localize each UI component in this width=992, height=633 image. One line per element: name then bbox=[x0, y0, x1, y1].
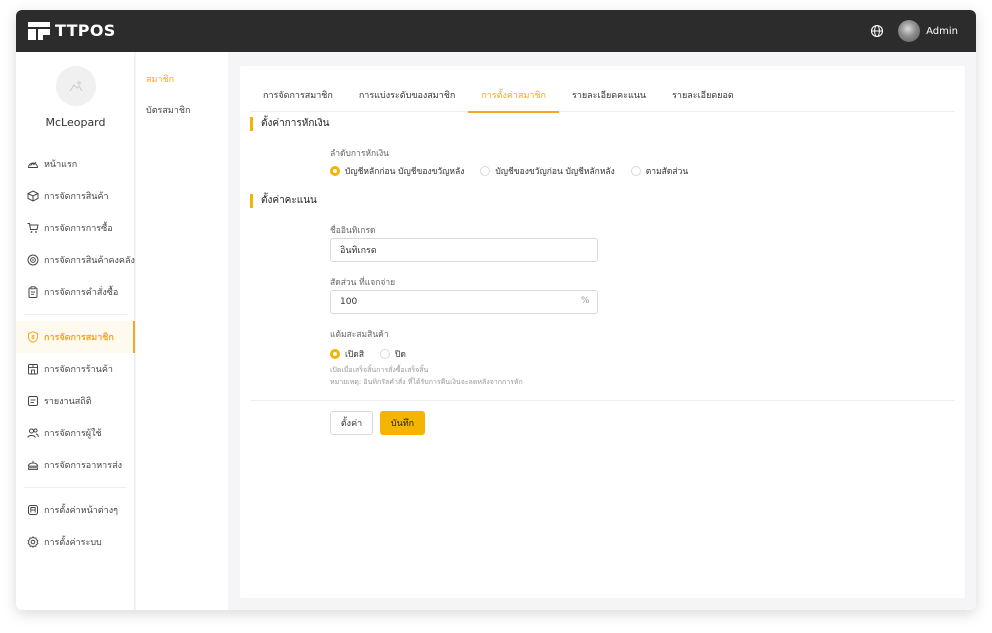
section-title: ตั้งค่าคะแนน bbox=[261, 195, 317, 206]
sidebar-divider bbox=[24, 487, 127, 488]
deduction-order-radio-group: บัญชีหลักก่อน บัญชีของขวัญหลัง บัญชีของข… bbox=[330, 164, 704, 178]
accumulate-points-radio-group: เปิดสิ ปิด bbox=[330, 347, 422, 361]
radio-label: เปิดสิ bbox=[345, 350, 365, 360]
tab-member-management[interactable]: การจัดการสมาชิก bbox=[250, 84, 346, 112]
sidebar-item-inventory[interactable]: การจัดการสินค้าคงคลัง bbox=[16, 244, 135, 276]
reset-button[interactable]: ตั้งค่า bbox=[330, 411, 373, 435]
accumulate-hint-line2: หมายเหตุ: อินทิกรัลคำสั่ง ที่ได้รับการคื… bbox=[330, 378, 523, 386]
deduction-order-label: ลำดับการหักเงิน bbox=[330, 149, 389, 159]
sidebar-item-label: การจัดการสินค้า bbox=[44, 192, 109, 202]
sidebar-item-members[interactable]: 8 การจัดการสมาชิก bbox=[16, 321, 135, 353]
sidebar-item-system-settings[interactable]: การตั้งค่าระบบ bbox=[16, 526, 135, 558]
globe-icon[interactable] bbox=[870, 24, 884, 38]
delivery-icon bbox=[27, 460, 39, 470]
sidebar-item-label: หน้าแรก bbox=[44, 160, 78, 170]
sidebar-item-label: การจัดการสมาชิก bbox=[44, 333, 114, 343]
sidebar-item-label: การจัดการร้านค้า bbox=[44, 365, 113, 375]
sidebar-nav: หน้าแรก การจัดการสินค้า การจัดการการซื้อ… bbox=[16, 148, 135, 558]
distribution-ratio-label: สัดส่วน ที่แจกจ่าย bbox=[330, 278, 396, 288]
radio-option-gift-first[interactable]: บัญชีของขวัญก่อน บัญชีหลักหลัง bbox=[480, 164, 615, 178]
user-name[interactable]: Admin bbox=[926, 26, 958, 37]
box-icon bbox=[27, 190, 39, 202]
tab-points-details[interactable]: รายละเอียดคะแนน bbox=[559, 84, 659, 112]
svg-text:8: 8 bbox=[31, 335, 35, 341]
radio-label: ตามสัดส่วน bbox=[645, 167, 689, 177]
image-placeholder-icon bbox=[69, 81, 83, 92]
cart-icon bbox=[27, 223, 39, 233]
points-name-label: ชื่ออินทิเกรด bbox=[330, 226, 376, 236]
radio-label: บัญชีหลักก่อน บัญชีของขวัญหลัง bbox=[345, 167, 465, 177]
radio-button[interactable] bbox=[380, 349, 391, 359]
radio-option-on[interactable]: เปิดสิ bbox=[330, 347, 364, 361]
radio-label: ปิด bbox=[395, 350, 406, 360]
subnav-item-members[interactable]: สมาชิก bbox=[146, 72, 174, 86]
app-logo[interactable]: TTPOS bbox=[28, 21, 116, 40]
profile-username: McLeopard bbox=[45, 116, 106, 129]
radio-button[interactable] bbox=[330, 349, 340, 359]
sidebar-item-reports[interactable]: รายงานสถิติ bbox=[16, 385, 135, 417]
sidebar-item-delivery[interactable]: การจัดการอาหารส่ง bbox=[16, 449, 135, 481]
sidebar-item-label: การตั้งค่าหน้าต่างๆ bbox=[44, 506, 118, 516]
store-icon bbox=[28, 364, 38, 375]
subnav-item-member-cards[interactable]: บัตรสมาชิก bbox=[146, 103, 190, 117]
inventory-icon bbox=[27, 254, 39, 266]
sidebar-item-orders[interactable]: การจัดการคำสั่งซื้อ bbox=[16, 276, 135, 308]
tab-member-levels[interactable]: การแบ่งระดับของสมาชิก bbox=[346, 84, 468, 112]
sub-navigation: สมาชิก บัตรสมาชิก bbox=[136, 52, 228, 610]
logo-mark-icon bbox=[28, 21, 50, 40]
dashboard-icon bbox=[27, 161, 39, 168]
radio-button[interactable] bbox=[330, 166, 340, 176]
top-bar: TTPOS Admin bbox=[16, 10, 976, 52]
radio-label: บัญชีของขวัญก่อน บัญชีหลักหลัง bbox=[495, 167, 615, 177]
member-badge-icon: 8 bbox=[28, 331, 38, 343]
section-points-settings: ตั้งค่าคะแนน bbox=[250, 193, 317, 208]
profile-avatar bbox=[56, 66, 96, 106]
sidebar-divider bbox=[24, 314, 127, 315]
percent-suffix: % bbox=[581, 296, 590, 306]
sidebar-item-label: การจัดการคำสั่งซื้อ bbox=[44, 288, 119, 298]
app-window: TTPOS Admin McLeopard หน้าแรก การจัดการส… bbox=[16, 10, 976, 610]
users-icon bbox=[27, 428, 39, 438]
sidebar-item-label: การจัดการผู้ใช้ bbox=[44, 429, 102, 439]
sidebar-item-purchasing[interactable]: การจัดการการซื้อ bbox=[16, 212, 135, 244]
radio-option-main-first[interactable]: บัญชีหลักก่อน บัญชีของขวัญหลัง bbox=[330, 164, 464, 178]
sidebar-item-products[interactable]: การจัดการสินค้า bbox=[16, 180, 135, 212]
radio-button[interactable] bbox=[480, 166, 491, 176]
tab-balance-details[interactable]: รายละเอียดยอด bbox=[659, 84, 747, 112]
user-avatar[interactable] bbox=[898, 20, 921, 42]
form-divider bbox=[250, 400, 955, 401]
page-settings-icon bbox=[28, 505, 38, 515]
sidebar-item-stores[interactable]: การจัดการร้านค้า bbox=[16, 353, 135, 385]
sidebar-item-page-settings[interactable]: การตั้งค่าหน้าต่างๆ bbox=[16, 494, 135, 526]
gear-icon bbox=[27, 536, 39, 548]
section-deduction-settings: ตั้งค่าการหักเงิน bbox=[250, 116, 330, 131]
sidebar-item-label: การจัดการการซื้อ bbox=[44, 224, 113, 234]
section-marker bbox=[250, 116, 253, 131]
section-marker bbox=[250, 193, 253, 208]
tab-bar: การจัดการสมาชิก การแบ่งระดับของสมาชิก กา… bbox=[250, 84, 955, 113]
clipboard-icon bbox=[28, 286, 38, 298]
save-button[interactable]: บันทึก bbox=[380, 411, 425, 435]
main-content: การจัดการสมาชิก การแบ่งระดับของสมาชิก กา… bbox=[240, 66, 965, 598]
sidebar: McLeopard หน้าแรก การจัดการสินค้า การจัด… bbox=[16, 52, 135, 610]
radio-button[interactable] bbox=[630, 166, 641, 176]
sidebar-item-home[interactable]: หน้าแรก bbox=[16, 148, 135, 180]
tab-member-settings[interactable]: การตั้งค่าสมาชิก bbox=[468, 84, 559, 113]
report-icon bbox=[28, 396, 38, 406]
sidebar-item-label: การจัดการสินค้าคงคลัง bbox=[44, 256, 135, 266]
sidebar-item-users[interactable]: การจัดการผู้ใช้ bbox=[16, 417, 135, 449]
radio-option-proportional[interactable]: ตามสัดส่วน bbox=[630, 164, 689, 178]
accumulate-hint-line1: เปิดเมื่อเสร็จสิ้นการสั่งซื้อเสร็จสิ้น bbox=[330, 366, 429, 374]
points-name-input[interactable] bbox=[330, 238, 598, 262]
radio-option-off[interactable]: ปิด bbox=[380, 347, 406, 361]
distribution-ratio-input[interactable] bbox=[330, 290, 598, 314]
section-title: ตั้งค่าการหักเงิน bbox=[261, 118, 330, 129]
sidebar-item-label: การจัดการอาหารส่ง bbox=[44, 461, 122, 471]
accumulate-points-label: แต้มสะสมสินค้า bbox=[330, 330, 389, 340]
sidebar-item-label: รายงานสถิติ bbox=[44, 397, 92, 407]
sidebar-item-label: การตั้งค่าระบบ bbox=[44, 538, 102, 548]
app-name: TTPOS bbox=[55, 21, 116, 40]
